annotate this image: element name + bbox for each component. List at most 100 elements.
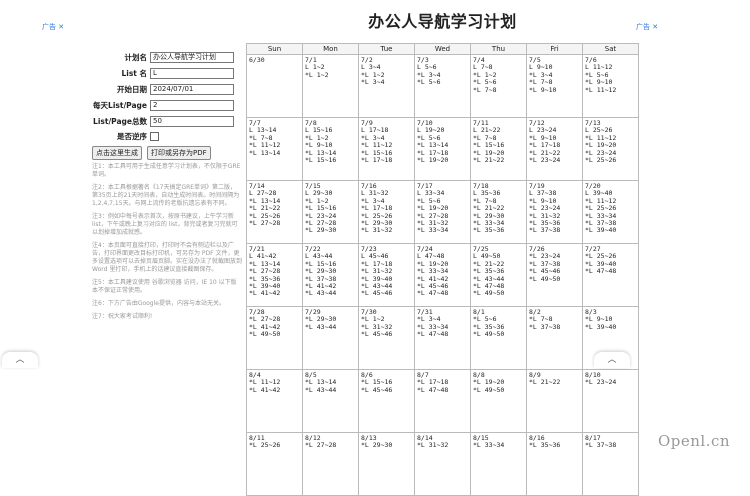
- calendar-day-cell: 8/2 *L 7~8 *L 37~38: [526, 306, 583, 370]
- weekday-tue: Tue: [358, 43, 415, 55]
- calendar-day-cell: 7/17 L 33~34 *L 5~6 *L 19~20 *L 27~28 *L 31~…: [414, 180, 471, 244]
- collapse-right-button[interactable]: ︿: [594, 352, 630, 368]
- cell-entry: *L 47~48: [417, 289, 449, 298]
- cell-entry: *L 21~22: [529, 378, 561, 387]
- calendar-week-row: 6/30 7/1 L 1~2 *L 1~2 7/2 L 3~4 *L 1~2 *L 3~4…: [246, 54, 639, 118]
- chevron-up-icon: ︿: [607, 355, 617, 365]
- weekday-mon: Mon: [302, 43, 359, 55]
- cell-entry: *L 3~4: [361, 78, 385, 87]
- ad-close-right[interactable]: 广告 ✕: [636, 22, 658, 32]
- calendar-day-cell: 7/21 L 41~42 *L 13~14 *L 27~28 *L 35~36 *L 3…: [246, 243, 303, 307]
- cell-entry: *L 45~46: [361, 385, 393, 394]
- watermark-logo: Openl.cn: [658, 432, 731, 450]
- total-row: List/Page总数 50: [86, 115, 234, 127]
- cell-entry: *L 1~2: [305, 70, 329, 79]
- print-button[interactable]: 打印或另存为PDF: [147, 146, 211, 160]
- cell-entry: *L 37~38: [529, 322, 561, 331]
- note-3: 注3：例如中每号表示首次，按原书建议，上午学习新 list，下午或晚上复习对应的…: [92, 213, 238, 236]
- cell-entry: *L 49~50: [473, 330, 505, 339]
- cell-entry: *L 27~28: [305, 441, 337, 450]
- cell-entry: *L 23~24: [529, 156, 561, 165]
- start-date-label: 开始日期: [117, 84, 147, 94]
- weekday-wed: Wed: [414, 43, 471, 55]
- calendar-day-cell: 8/5 *L 13~14 *L 43~44: [302, 369, 359, 433]
- calendar-day-cell: 8/13 *L 29~30: [358, 432, 415, 496]
- collapse-left-button[interactable]: ︿: [2, 352, 38, 368]
- reverse-row: 是否逆序: [86, 130, 159, 142]
- list-name-label: List 名: [121, 68, 147, 78]
- calendar-day-cell: 7/10 L 19~20 *L 5~6 *L 13~14 *L 17~18 *L 19~…: [414, 117, 471, 181]
- cell-entry: *L 39~40: [585, 226, 617, 235]
- calendar-day-cell: 7/9 L 17~18 *L 3~4 *L 11~12 *L 15~16 *L 17~1…: [358, 117, 415, 181]
- cell-entry: *L 41~42: [249, 289, 281, 298]
- cell-entry: *L 25~26: [585, 156, 617, 165]
- cell-entry: *L 21~22: [473, 156, 505, 165]
- cell-entry: *L 13~14: [249, 148, 281, 157]
- calendar-day-cell: 7/20 L 39~40 *L 11~12 *L 25~26 *L 33~34 *L 3…: [582, 180, 639, 244]
- start-date-input[interactable]: 2024/07/01: [150, 83, 234, 95]
- start-date-row: 开始日期 2024/07/01: [86, 83, 234, 95]
- cell-entry: *L 37~38: [529, 226, 561, 235]
- calendar-day-cell: 8/6 *L 15~16 *L 45~46: [358, 369, 415, 433]
- cell-entry: *L 35~36: [473, 226, 505, 235]
- plan-name-input[interactable]: 办公人导航学习计划: [150, 51, 234, 63]
- cell-date: 6/30: [249, 56, 265, 64]
- calendar-week-row: 7/14 L 27~28 *L 13~14 *L 21~22 *L 25~26 *L 2…: [246, 180, 639, 244]
- reverse-checkbox[interactable]: [150, 131, 159, 141]
- per-day-input[interactable]: 2: [150, 99, 234, 111]
- cell-entry: *L 33~34: [473, 441, 505, 450]
- calendar-day-cell: 7/31 *L 3~4 *L 33~34 *L 47~48: [414, 306, 471, 370]
- total-input[interactable]: 50: [150, 115, 234, 127]
- total-label: List/Page总数: [93, 116, 147, 126]
- list-name-input[interactable]: L: [150, 67, 234, 79]
- calendar-week-row: 7/28 *L 27~28 *L 41~42 *L 49~50 7/29 *L 29~30…: [246, 306, 639, 370]
- cell-entry: *L 29~30: [305, 226, 337, 235]
- calendar-day-cell: 7/22 L 43~44 *L 15~16 *L 29~30 *L 37~38 *L 4…: [302, 243, 359, 307]
- calendar-day-cell: 7/25 L 49~50 *L 21~22 *L 35~36 *L 43~44 *L 4…: [470, 243, 527, 307]
- calendar-day-cell: 7/19 L 37~38 *L 9~10 *L 23~24 *L 31~32 *L 35…: [526, 180, 583, 244]
- calendar-day-cell: 7/24 L 47~48 *L 19~20 *L 33~34 *L 41~42 *L 4…: [414, 243, 471, 307]
- calendar-day-cell: 7/14 L 27~28 *L 13~14 *L 21~22 *L 25~26 *L 2…: [246, 180, 303, 244]
- calendar-week-row: 7/21 L 41~42 *L 13~14 *L 27~28 *L 35~36 *L 3…: [246, 243, 639, 307]
- cell-entry: *L 5~6: [417, 78, 441, 87]
- calendar-day-cell: 7/15 L 29~30 *L 1~2 *L 15~16 *L 23~24 *L 27~…: [302, 180, 359, 244]
- page-title: 办公人导航学习计划: [368, 12, 517, 31]
- per-day-row: 每天List/Page 2: [86, 99, 234, 111]
- calendar-day-cell: 8/1 *L 5~6 *L 35~36 *L 49~50: [470, 306, 527, 370]
- calendar-day-cell: 8/4 *L 11~12 *L 41~42: [246, 369, 303, 433]
- cell-entry: *L 39~40: [585, 322, 617, 331]
- calendar-day-cell: 8/16 *L 35~36: [526, 432, 583, 496]
- per-day-label: 每天List/Page: [93, 100, 147, 110]
- calendar-day-cell: 7/7 L 13~14 *L 7~8 *L 11~12 *L 13~14: [246, 117, 303, 181]
- calendar-day-cell: 8/9 *L 21~22: [526, 369, 583, 433]
- note-5: 注5：本工具建议使用 谷歌浏览器 访问，IE 10 以下版本不保证正常使用。: [92, 279, 237, 294]
- cell-entry: *L 9~10: [529, 85, 557, 94]
- note-4: 注4：本页面可直接打印，打印时不会有侧边栏以及广告，打印界面更改目标打印机，可另…: [92, 242, 243, 273]
- list-name-row: List 名 L: [86, 67, 234, 79]
- calendar-day-cell: 7/11 L 21~22 *L 7~8 *L 15~16 *L 19~20 *L 21~…: [470, 117, 527, 181]
- calendar-day-cell: 7/28 *L 27~28 *L 41~42 *L 49~50: [246, 306, 303, 370]
- cell-entry: *L 49~50: [249, 330, 281, 339]
- cell-entry: *L 45~46: [361, 289, 393, 298]
- calendar-table: Sun Mon Tue Wed Thu Fri Sat 6/30 7/1 L 1~…: [246, 43, 639, 496]
- calendar-day-cell: 7/27 *L 25~26 *L 39~40 *L 47~48: [582, 243, 639, 307]
- calendar-day-cell: 7/5 L 9~10 *L 3~4 *L 7~8 *L 9~10: [526, 54, 583, 118]
- calendar-week-row: 8/4 *L 11~12 *L 41~42 8/5 *L 13~14 *L 43~44 8/…: [246, 369, 639, 433]
- cell-entry: *L 49~50: [473, 385, 505, 394]
- calendar-day-cell: 7/30 *L 1~2 *L 31~32 *L 45~46: [358, 306, 415, 370]
- cell-entry: *L 17~18: [361, 156, 393, 165]
- cell-entry: *L 43~44: [305, 289, 337, 298]
- ad-close-left[interactable]: 广告 ✕: [42, 22, 64, 32]
- weekday-header-row: Sun Mon Tue Wed Thu Fri Sat: [246, 43, 639, 55]
- generate-button[interactable]: 点击这里生成: [92, 146, 142, 160]
- action-buttons: 点击这里生成 打印或另存为PDF: [92, 146, 211, 160]
- cell-entry: *L 31~32: [417, 441, 449, 450]
- calendar-day-cell: 6/30: [246, 54, 303, 118]
- cell-entry: *L 23~24: [585, 378, 617, 387]
- calendar-day-cell: 8/7 *L 17~18 *L 47~48: [414, 369, 471, 433]
- calendar-day-cell: 7/12 L 23~24 *L 9~10 *L 17~18 *L 21~22 *L 23…: [526, 117, 583, 181]
- cell-entry: *L 47~48: [585, 267, 617, 276]
- calendar-week-row: 8/11 *L 25~26 8/12 *L 27~28 8/13 *L 29~30 8/14…: [246, 432, 639, 496]
- notes: 注1：本工具可用于生成任意学习计划表，不仅限于GRE单词。 注2：本工具根据著名…: [92, 163, 242, 326]
- calendar-day-cell: 7/18 L 35~36 *L 7~8 *L 21~22 *L 29~30 *L 33~…: [470, 180, 527, 244]
